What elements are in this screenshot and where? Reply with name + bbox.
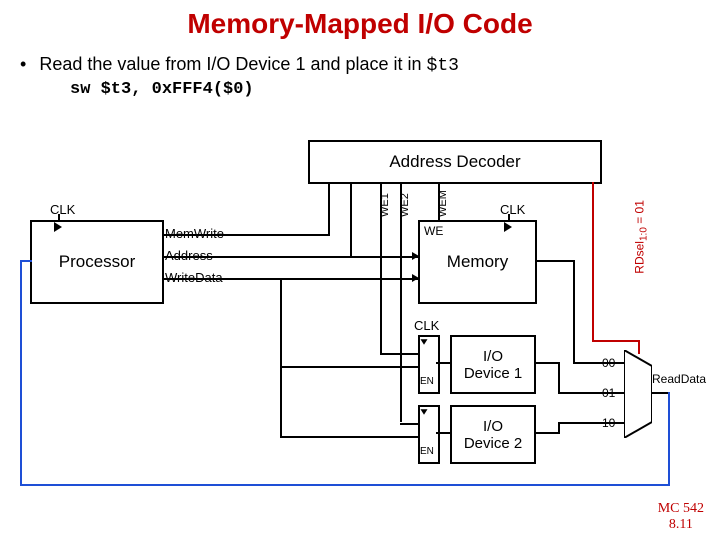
- rdsel-eq: = 01: [632, 200, 646, 227]
- wem-label: WEM: [437, 187, 449, 217]
- wire: [558, 362, 560, 392]
- clk-icon: [421, 339, 428, 345]
- memory-label: Memory: [447, 252, 508, 272]
- wire-blue: [20, 484, 670, 486]
- wire-blue: [668, 392, 670, 484]
- io1-box: I/O Device 1: [450, 335, 536, 394]
- we-label: WE: [424, 224, 443, 238]
- wire: [508, 214, 510, 222]
- wire: [534, 362, 560, 364]
- wire: [350, 182, 352, 258]
- we1-label: WE1: [379, 187, 391, 217]
- wire-blue: [20, 260, 32, 262]
- wire: [436, 362, 450, 364]
- wire: [162, 234, 330, 236]
- address-decoder-label: Address Decoder: [389, 152, 520, 172]
- rdsel-sub: 1:0: [639, 227, 650, 241]
- readdata-label: ReadData: [652, 372, 706, 386]
- rdsel-label: RDsel1:0 = 01: [632, 184, 649, 274]
- wire: [534, 432, 560, 434]
- io2-label: I/O Device 2: [464, 418, 522, 452]
- io2-box: I/O Device 2: [450, 405, 536, 464]
- wire: [280, 366, 418, 368]
- wire: [535, 260, 575, 262]
- wire: [380, 353, 418, 355]
- wire: [328, 182, 330, 236]
- mux: [624, 350, 652, 438]
- wire-blue: [20, 260, 22, 486]
- wire-rdsel: [592, 340, 640, 342]
- wire-rdsel: [592, 182, 594, 342]
- we2-label: WE2: [399, 187, 411, 217]
- bullet-dot: •: [20, 54, 26, 75]
- wire: [280, 278, 282, 438]
- wire: [558, 422, 624, 424]
- en-label-io2: EN: [420, 446, 434, 457]
- bullet-register: $t3: [427, 56, 459, 76]
- rdsel-text: RDsel: [632, 241, 646, 274]
- wire: [573, 260, 575, 362]
- wire: [58, 214, 60, 222]
- footer-page: 8.11: [658, 517, 704, 532]
- footer: MC 542 8.11: [658, 501, 704, 532]
- bullet-text: Read the value from I/O Device 1 and pla…: [39, 54, 426, 74]
- clk-icon: [54, 222, 62, 232]
- slide-title: Memory-Mapped I/O Code: [0, 0, 720, 40]
- wire: [400, 423, 418, 425]
- wire: [436, 432, 450, 434]
- address-decoder-box: Address Decoder: [308, 140, 602, 184]
- en-label-io1: EN: [420, 376, 434, 387]
- clk-icon: [421, 409, 428, 415]
- diagram: Processor CLK MemWrite Address WriteData…: [20, 140, 710, 500]
- bullet-item: • Read the value from I/O Device 1 and p…: [20, 54, 720, 76]
- wire: [280, 436, 418, 438]
- io1-label: I/O Device 1: [464, 348, 522, 382]
- wire: [573, 362, 624, 364]
- wire: [400, 182, 402, 422]
- wire: [558, 392, 624, 394]
- processor-label: Processor: [59, 252, 136, 272]
- clk-label-proc: CLK: [50, 202, 75, 217]
- clk-icon: [504, 222, 512, 232]
- clk-label-io1: CLK: [414, 318, 439, 333]
- code-line: sw $t3, 0xFFF4($0): [70, 80, 720, 99]
- processor-box: Processor: [30, 220, 164, 304]
- footer-course: MC 542: [658, 501, 704, 516]
- clk-label-mem: CLK: [500, 202, 525, 217]
